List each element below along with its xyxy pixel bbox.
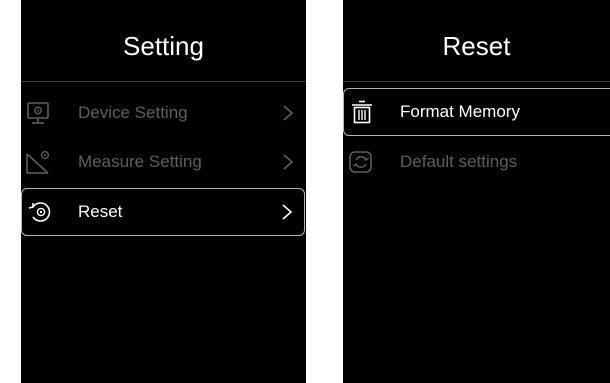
refresh-icon (349, 151, 372, 173)
setting-panel: Setting Device Setting Measure Setting R… (21, 0, 306, 383)
chevron-right-icon (283, 154, 294, 170)
reset-gear-icon (28, 202, 51, 222)
monitor-gear-icon (27, 102, 49, 124)
reset-panel: Reset Format Memory Default settings (343, 0, 610, 383)
chevron-right-icon (282, 204, 293, 220)
menu-item-measure-setting[interactable]: Measure Setting (21, 138, 306, 186)
trash-icon (352, 100, 372, 124)
menu-item-format-memory[interactable]: Format Memory (343, 88, 610, 136)
menu-item-label: Format Memory (400, 102, 520, 121)
menu-item-label: Device Setting (78, 103, 188, 122)
page-title: Setting (123, 31, 204, 61)
title-divider (343, 81, 610, 82)
title-divider (21, 81, 306, 82)
chevron-right-icon (283, 105, 294, 121)
menu-item-default-settings[interactable]: Default settings (343, 138, 610, 186)
page-title: Reset (442, 31, 511, 61)
menu-item-label: Measure Setting (78, 152, 202, 171)
menu-item-device-setting[interactable]: Device Setting (21, 89, 306, 137)
menu-item-label: Reset (78, 202, 123, 221)
menu-item-reset[interactable]: Reset (21, 188, 305, 236)
menu-item-label: Default settings (400, 152, 518, 171)
ruler-gear-icon (26, 150, 50, 174)
